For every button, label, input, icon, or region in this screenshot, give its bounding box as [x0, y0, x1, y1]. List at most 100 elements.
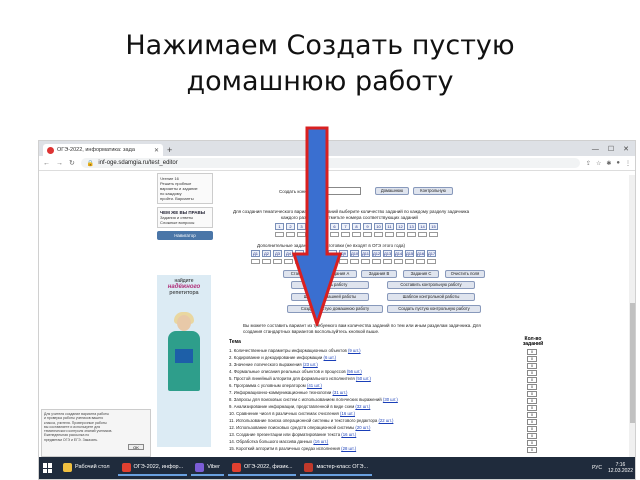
new-tab-icon[interactable]: + [167, 144, 172, 156]
extra-task-number-button[interactable]: Д1 [251, 250, 260, 257]
count-cell-input[interactable]: 0 [527, 419, 537, 425]
row-count-link[interactable]: (56 шт.) [347, 369, 362, 374]
task-number-button[interactable]: 12 [396, 223, 405, 230]
clear-fields-button[interactable]: Очистить поля [445, 270, 485, 278]
count-cell-input[interactable]: 0 [527, 447, 537, 453]
profile-icon[interactable]: ● [616, 160, 620, 167]
task-count-input[interactable] [429, 232, 438, 237]
row-count-link[interactable]: (30 шт.) [383, 397, 398, 402]
row-count-link[interactable]: (16 шт.) [341, 432, 356, 437]
count-cell-input[interactable]: 0 [527, 349, 537, 355]
task-number-button[interactable]: 15 [429, 223, 438, 230]
task-count-input[interactable] [341, 232, 350, 237]
control-template-button[interactable]: Шаблон контрольной работы [387, 293, 475, 301]
extra-task-number-button[interactable]: Д13 [383, 250, 392, 257]
extra-task-number-button[interactable]: Д10 [350, 250, 359, 257]
minimize-icon[interactable]: — [592, 144, 599, 156]
sidebar-link[interactable]: Сложные вопросы [160, 220, 210, 225]
windows-start-icon[interactable] [43, 463, 53, 473]
task-number-button[interactable]: 11 [385, 223, 394, 230]
taskbar-item[interactable]: ОГЭ-2022, физик... [227, 460, 297, 476]
tasks-c-button[interactable]: Задания С [403, 270, 439, 278]
row-count-link[interactable]: (23 шт.) [303, 362, 318, 367]
count-cell-input[interactable]: 0 [527, 391, 537, 397]
extra-task-count-input[interactable] [273, 259, 282, 264]
extra-task-count-input[interactable] [372, 259, 381, 264]
count-cell-input[interactable]: 0 [527, 356, 537, 362]
row-count-link[interactable]: (16 шт.) [313, 439, 328, 444]
task-number-button[interactable]: 1 [275, 223, 284, 230]
task-count-input[interactable] [396, 232, 405, 237]
task-count-input[interactable] [385, 232, 394, 237]
task-number-button[interactable]: 14 [418, 223, 427, 230]
extra-task-number-button[interactable]: Д14 [394, 250, 403, 257]
task-count-input[interactable] [418, 232, 427, 237]
row-count-link[interactable]: (32 шт.) [355, 404, 370, 409]
task-count-input[interactable] [374, 232, 383, 237]
extra-task-count-input[interactable] [416, 259, 425, 264]
star-icon[interactable]: ☆ [596, 160, 601, 167]
count-cell-input[interactable]: 0 [527, 433, 537, 439]
extra-task-count-input[interactable] [405, 259, 414, 264]
extra-task-number-button[interactable]: Д17 [427, 250, 436, 257]
tutor-ad-banner[interactable]: найдите надёжного репетитора [157, 275, 211, 447]
task-count-input[interactable] [275, 232, 284, 237]
page-scrollbar[interactable] [629, 175, 635, 457]
extra-task-number-button[interactable]: Д2 [262, 250, 271, 257]
extra-task-number-button[interactable]: Д11 [361, 250, 370, 257]
task-number-button[interactable]: 10 [374, 223, 383, 230]
row-count-link[interactable]: (16 шт.) [340, 411, 355, 416]
taskbar-item[interactable]: Viber [191, 460, 224, 476]
homework-type-button[interactable]: Домашнюю [375, 187, 409, 195]
extra-task-count-input[interactable] [262, 259, 271, 264]
taskbar-item[interactable]: Рабочий стол [59, 460, 114, 476]
extra-task-count-input[interactable] [251, 259, 260, 264]
count-cell-input[interactable]: 0 [527, 377, 537, 383]
popup-ok-button[interactable]: OK [128, 444, 144, 450]
compose-control-button[interactable]: Составить контрольную работу [387, 281, 475, 289]
control-type-button[interactable]: Контрольную [413, 187, 453, 195]
forward-icon[interactable]: → [56, 160, 63, 167]
task-count-input[interactable] [363, 232, 372, 237]
close-window-icon[interactable]: ✕ [623, 144, 629, 156]
row-count-link[interactable]: (20 шт.) [355, 425, 370, 430]
extra-task-number-button[interactable]: Д12 [372, 250, 381, 257]
task-count-input[interactable] [352, 232, 361, 237]
row-count-link[interactable]: (50 шт.) [356, 376, 371, 381]
share-icon[interactable]: ⇪ [586, 160, 591, 167]
row-count-link[interactable]: (31 шт.) [333, 390, 348, 395]
tasks-b-button[interactable]: Задания В [361, 270, 397, 278]
row-count-link[interactable]: (9 шт.) [348, 348, 361, 353]
maximize-icon[interactable]: ☐ [608, 144, 614, 156]
back-icon[interactable]: ← [43, 160, 50, 167]
task-number-button[interactable]: 9 [363, 223, 372, 230]
count-cell-input[interactable]: 0 [527, 440, 537, 446]
count-cell-input[interactable]: 0 [527, 426, 537, 432]
create-empty-control-button[interactable]: Создать пустую контрольную работу [387, 305, 481, 313]
task-number-button[interactable]: 7 [341, 223, 350, 230]
menu-icon[interactable]: ⋮ [625, 160, 631, 167]
count-cell-input[interactable]: 0 [527, 363, 537, 369]
extra-task-count-input[interactable] [350, 259, 359, 264]
reload-icon[interactable]: ↻ [69, 159, 75, 167]
language-indicator[interactable]: РУС [592, 465, 602, 471]
extra-task-count-input[interactable] [383, 259, 392, 264]
count-cell-input[interactable]: 0 [527, 405, 537, 411]
task-number-button[interactable]: 13 [407, 223, 416, 230]
scrollbar-thumb[interactable] [630, 303, 635, 423]
extra-task-count-input[interactable] [427, 259, 436, 264]
extra-task-count-input[interactable] [394, 259, 403, 264]
extra-task-number-button[interactable]: Д15 [405, 250, 414, 257]
count-cell-input[interactable]: 0 [527, 384, 537, 390]
row-count-link[interactable]: (22 шт.) [378, 418, 393, 423]
extra-task-count-input[interactable] [361, 259, 370, 264]
task-count-input[interactable] [407, 232, 416, 237]
task-number-button[interactable]: 8 [352, 223, 361, 230]
taskbar-item[interactable]: ОГЭ-2022, инфор... [117, 460, 188, 476]
navigator-button[interactable]: Навигатор [157, 231, 213, 240]
count-cell-input[interactable]: 0 [527, 370, 537, 376]
taskbar-item[interactable]: мастер-класс ОГЭ... [300, 460, 373, 476]
close-tab-icon[interactable]: ✕ [154, 147, 159, 154]
row-count-link[interactable]: (6 шт.) [324, 355, 337, 360]
extra-task-number-button[interactable]: Д3 [273, 250, 282, 257]
